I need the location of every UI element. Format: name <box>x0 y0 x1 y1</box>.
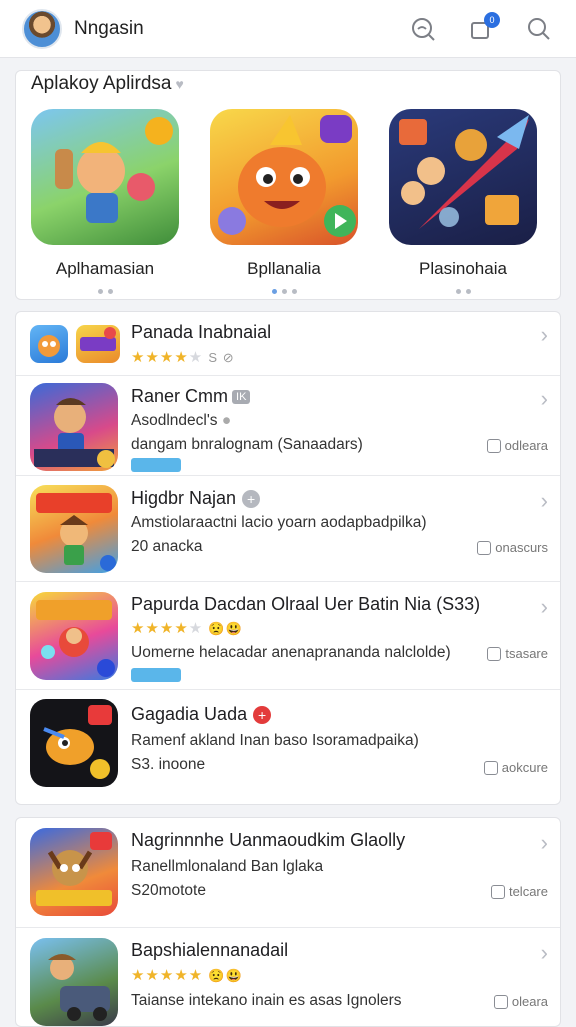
featured-section: Aplakoy Aplirdsa ♥ Aplhamasian Bpllanali… <box>15 70 561 300</box>
list-item[interactable]: Raner Cmm IK Asodlndecl's ● dangam bnralo… <box>16 376 560 476</box>
chevron-right-icon[interactable]: › <box>541 322 548 348</box>
progress-bar <box>131 458 181 472</box>
featured-label: Bpllanalia <box>247 259 321 278</box>
app-icon <box>30 592 118 680</box>
install-action[interactable]: telcare <box>490 884 548 899</box>
row-title: Papurda Dacdan Olraal Uer Batin Nia (S33… <box>131 594 481 614</box>
row-title: Panada Inabnaial <box>131 322 272 342</box>
list-item[interactable]: Papurda Dacdan Olraal Uer Batin Nia (S33… <box>16 582 560 690</box>
row-description: S20motote <box>131 882 206 899</box>
install-action[interactable]: aokcure <box>483 760 548 775</box>
app-icon <box>30 828 118 916</box>
row-title: Bapshialennanadail <box>131 940 289 960</box>
box-icon <box>487 646 502 661</box>
box-icon <box>490 884 505 899</box>
list-item[interactable]: Higdbr Najan + Amstiolaraactni lacio yoar… <box>16 476 560 582</box>
add-icon: + <box>253 706 272 725</box>
info-icon: ⊘ <box>218 350 235 365</box>
row-description: 20 anacka <box>131 538 203 555</box>
row-subtitle: Amstiolaraactni lacio yoarn aodapbadpilk… <box>131 514 427 531</box>
app-icon <box>76 325 120 363</box>
tag-badge: IK <box>232 390 251 405</box>
featured-title: Aplakoy Aplirdsa ♥ <box>31 73 184 94</box>
list-item[interactable]: Bapshialennanadail ★★★★★ 😟😃 Taianse inte… <box>16 928 560 1026</box>
featured-item[interactable]: Plasinohaia <box>389 109 537 294</box>
list-item[interactable]: Gagadia Uada + Ramenf akland Inan baso Is… <box>16 690 560 804</box>
box-icon <box>493 994 508 1009</box>
install-action[interactable]: onascurs <box>477 540 548 555</box>
game-art-warrior-icon <box>31 109 179 245</box>
row-description: Taianse intekano inain es asas Ignolers <box>131 992 402 1009</box>
box-icon <box>486 438 501 453</box>
chevron-right-icon[interactable]: › <box>541 488 548 514</box>
row-subtitle: Ranellmlonaland Ban lglaka <box>131 858 324 875</box>
app-icon <box>30 383 118 471</box>
app-list: Panada Inabnaial ★★★★★ S ⊘ › Raner Cmm IK… <box>15 311 561 805</box>
row-description: S3. inoone <box>131 756 206 773</box>
user-avatar[interactable] <box>22 8 62 49</box>
chevron-right-icon[interactable]: › <box>541 386 548 412</box>
install-action[interactable]: odleara <box>486 438 548 453</box>
app-title: Nngasin <box>74 17 144 39</box>
app-icon <box>30 325 68 363</box>
carousel-dots <box>31 289 179 294</box>
game-art-monster-icon <box>210 109 358 245</box>
row-description: Uomerne helacadar anenaprananda nalclold… <box>131 644 451 661</box>
game-art-rocket-icon <box>389 109 537 245</box>
rating-stars: ★★★★★ 😟😃 <box>131 967 243 984</box>
notification-icon[interactable]: 0 <box>466 11 500 44</box>
row-description: dangam bnralognam (Sanaadars) <box>131 436 363 453</box>
progress-bar <box>131 668 181 682</box>
featured-item[interactable]: Bpllanalia <box>210 109 358 294</box>
refresh-search-icon[interactable] <box>408 14 438 44</box>
chevron-right-icon[interactable]: › <box>541 830 548 856</box>
row-title: Higdbr Najan + <box>131 488 261 509</box>
row-subtitle: Ramenf akland Inan baso Isoramadpaika) <box>131 732 419 749</box>
chevron-right-icon[interactable]: › <box>541 940 548 966</box>
carousel-dots <box>389 289 537 294</box>
install-action[interactable]: tsasare <box>487 646 548 661</box>
heart-icon[interactable]: ♥ <box>175 76 183 92</box>
app-icon <box>30 699 118 787</box>
row-title: Raner Cmm IK <box>131 386 251 407</box>
top-bar: Nngasin 0 <box>0 0 576 58</box>
row-title: Nagrinnnhe Uanmaoudkim Glaolly <box>131 830 406 850</box>
list-item[interactable]: Nagrinnnhe Uanmaoudkim Glaolly Ranellmlo… <box>16 818 560 928</box>
add-icon: + <box>242 490 261 509</box>
list-item[interactable]: Panada Inabnaial ★★★★★ S ⊘ › <box>16 312 560 376</box>
search-icon[interactable] <box>524 14 554 44</box>
box-icon <box>477 540 492 555</box>
row-subtitle: Asodlndecl's ● <box>131 412 232 429</box>
install-action[interactable]: oleara <box>493 994 548 1009</box>
box-icon <box>483 760 498 775</box>
app-list-secondary: Nagrinnnhe Uanmaoudkim Glaolly Ranellmlo… <box>15 817 561 1027</box>
rating-stars: ★★★★★ S ⊘ <box>131 349 235 366</box>
row-title: Gagadia Uada + <box>131 704 272 725</box>
carousel-dots <box>210 289 358 294</box>
chevron-right-icon[interactable]: › <box>541 594 548 620</box>
rating-stars: ★★★★★ 😟😃 <box>131 620 243 637</box>
info-icon: ● <box>217 412 232 429</box>
featured-label: Aplhamasian <box>55 259 155 278</box>
notification-badge: 0 <box>484 11 500 28</box>
featured-item[interactable]: Aplhamasian <box>31 109 179 294</box>
app-icon <box>30 938 118 1026</box>
featured-label: Plasinohaia <box>419 259 507 278</box>
app-icon <box>30 485 118 573</box>
